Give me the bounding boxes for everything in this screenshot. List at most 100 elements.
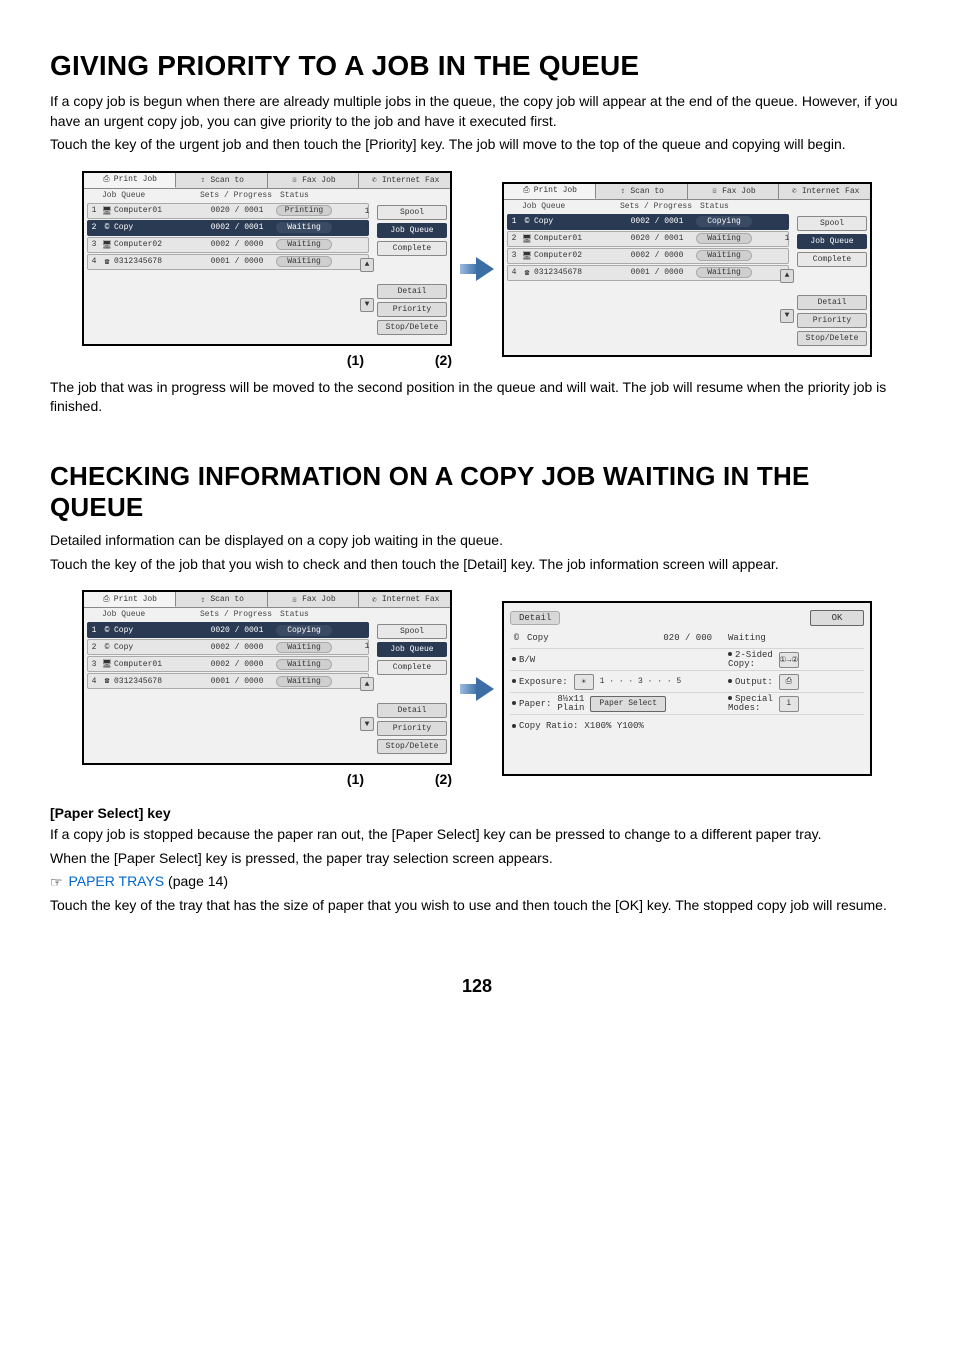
- detail-button[interactable]: Detail: [377, 284, 447, 299]
- detail-button[interactable]: Detail: [377, 703, 447, 718]
- tab-print-job[interactable]: ⎙Print Job: [84, 173, 176, 188]
- detail-paper-value: 8½x11 Plain: [557, 695, 584, 713]
- cross-reference: ☞ PAPER TRAYS (page 14): [50, 872, 904, 892]
- scroll-down-button[interactable]: ▼: [360, 298, 374, 312]
- heading-checking: CHECKING INFORMATION ON A COPY JOB WAITI…: [50, 461, 904, 523]
- tab-print-job[interactable]: ⎙Print Job: [84, 592, 176, 607]
- callout-1: (1): [82, 352, 364, 368]
- col-progress: Sets / Progress: [200, 191, 280, 200]
- col-job-queue: Job Queue: [90, 610, 200, 619]
- col-progress: Sets / Progress: [620, 202, 700, 211]
- job-row[interactable]: 2©Copy0002 / 0000Waiting: [87, 639, 369, 655]
- spool-tab[interactable]: Spool: [377, 624, 447, 639]
- job-row[interactable]: 1🖥Computer010020 / 0001Printing: [87, 203, 369, 219]
- phone-icon: ☎: [520, 268, 534, 278]
- detail-job-name: Copy: [527, 633, 549, 643]
- col-progress: Sets / Progress: [200, 610, 280, 619]
- scan-icon: ⇪: [618, 187, 627, 196]
- stop-delete-button[interactable]: Stop/Delete: [797, 331, 867, 346]
- ok-button[interactable]: OK: [810, 610, 864, 626]
- scan-icon: ⇪: [198, 176, 207, 185]
- tab-fax-job[interactable]: ☏Fax Job: [688, 184, 780, 199]
- scroll-up-button[interactable]: ▲: [360, 677, 374, 691]
- priority-button[interactable]: Priority: [377, 302, 447, 317]
- para-check2: Touch the key of the job that you wish t…: [50, 555, 904, 575]
- copy-icon: ©: [100, 643, 114, 652]
- tab-fax-job[interactable]: ☏Fax Job: [268, 592, 360, 607]
- phone-icon: ☎: [100, 257, 114, 267]
- copy-icon: ©: [100, 626, 114, 635]
- stop-delete-button[interactable]: Stop/Delete: [377, 320, 447, 335]
- detail-title: Detail: [510, 611, 560, 625]
- figure-priority: ⎙Print Job ⇪Scan to ☏Fax Job ✆Internet F…: [50, 171, 904, 368]
- paper-select-button[interactable]: Paper Select: [590, 696, 666, 712]
- tab-internet-fax[interactable]: ✆Internet Fax: [359, 592, 450, 607]
- arrow-up-icon: ▲: [785, 271, 790, 280]
- figure-detail: ⎙Print Job ⇪Scan to ☏Fax Job ✆Internet F…: [50, 590, 904, 787]
- job-row[interactable]: 4☎03123456780001 / 0000Waiting: [507, 265, 789, 281]
- priority-button[interactable]: Priority: [377, 721, 447, 736]
- tab-fax-job[interactable]: ☏Fax Job: [268, 173, 360, 188]
- heading-priority: GIVING PRIORITY TO A JOB IN THE QUEUE: [50, 50, 904, 82]
- para-check1: Detailed information can be displayed on…: [50, 531, 904, 551]
- globe-icon: ✆: [790, 187, 799, 196]
- job-row-selected[interactable]: 2©Copy0002 / 0001Waiting: [87, 220, 369, 236]
- fax-icon: ☏: [710, 187, 719, 196]
- globe-icon: ✆: [370, 176, 379, 185]
- detail-status: Waiting: [728, 633, 766, 643]
- tab-internet-fax[interactable]: ✆Internet Fax: [779, 184, 870, 199]
- scroll-up-button[interactable]: ▲: [780, 269, 794, 283]
- output-icon: ⎙: [779, 674, 799, 690]
- job-queue-tab[interactable]: Job Queue: [797, 234, 867, 249]
- special-modes-icon: i: [779, 696, 799, 712]
- job-row[interactable]: 4☎03123456780001 / 0000Waiting: [87, 673, 369, 689]
- para-intro1: If a copy job is begun when there are al…: [50, 92, 904, 131]
- job-row[interactable]: 4☎03123456780001 / 0000Waiting: [87, 254, 369, 270]
- tab-print-job[interactable]: ⎙Print Job: [504, 184, 596, 199]
- job-queue-tab[interactable]: Job Queue: [377, 642, 447, 657]
- exposure-icon: ☀: [574, 674, 594, 690]
- scroll-down-button[interactable]: ▼: [360, 717, 374, 731]
- stop-delete-button[interactable]: Stop/Delete: [377, 739, 447, 754]
- paper-trays-link[interactable]: PAPER TRAYS: [68, 873, 164, 889]
- callout-1: (1): [82, 771, 364, 787]
- complete-tab[interactable]: Complete: [377, 241, 447, 256]
- pc-icon: 🖥: [520, 234, 534, 244]
- tab-scan-to[interactable]: ⇪Scan to: [596, 184, 688, 199]
- detail-exposure-label: Exposure:: [512, 677, 568, 687]
- tab-scan-to[interactable]: ⇪Scan to: [176, 173, 268, 188]
- job-row[interactable]: 3🖥Computer020002 / 0000Waiting: [87, 237, 369, 253]
- arrow-down-icon: ▼: [365, 300, 370, 309]
- callout-2: (2): [364, 352, 452, 368]
- job-row-selected[interactable]: 1©Copy0020 / 0001Copying: [87, 622, 369, 638]
- spool-tab[interactable]: Spool: [797, 216, 867, 231]
- complete-tab[interactable]: Complete: [797, 252, 867, 267]
- detail-button[interactable]: Detail: [797, 295, 867, 310]
- page-number: 1: [785, 232, 790, 245]
- callout-2: (2): [364, 771, 452, 787]
- cross-ref-page: (page 14): [164, 873, 228, 889]
- job-row-selected[interactable]: 1©Copy0002 / 0001Copying: [507, 214, 789, 230]
- spool-tab[interactable]: Spool: [377, 205, 447, 220]
- detail-special-label: Special Modes:: [728, 695, 773, 713]
- para-ps2: When the [Paper Select] key is pressed, …: [50, 849, 904, 869]
- detail-ratio-label: Copy Ratio:: [512, 721, 578, 731]
- tab-scan-to[interactable]: ⇪Scan to: [176, 592, 268, 607]
- job-row[interactable]: 3🖥Computer010002 / 0000Waiting: [87, 656, 369, 672]
- job-queue-tab[interactable]: Job Queue: [377, 223, 447, 238]
- globe-icon: ✆: [370, 595, 379, 604]
- complete-tab[interactable]: Complete: [377, 660, 447, 675]
- col-job-queue: Job Queue: [510, 202, 620, 211]
- col-job-queue: Job Queue: [90, 191, 200, 200]
- priority-button[interactable]: Priority: [797, 313, 867, 328]
- scroll-down-button[interactable]: ▼: [780, 309, 794, 323]
- tab-internet-fax[interactable]: ✆Internet Fax: [359, 173, 450, 188]
- page-number: 1: [365, 624, 370, 637]
- job-panel-check: ⎙Print Job ⇪Scan to ☏Fax Job ✆Internet F…: [82, 590, 452, 765]
- copy-icon: ©: [512, 633, 521, 642]
- copy-icon: ©: [520, 217, 534, 226]
- detail-paper-label: Paper:: [512, 699, 551, 709]
- job-row[interactable]: 2🖥Computer010020 / 0001Waiting: [507, 231, 789, 247]
- job-row[interactable]: 3🖥Computer020002 / 0000Waiting: [507, 248, 789, 264]
- scroll-up-button[interactable]: ▲: [360, 258, 374, 272]
